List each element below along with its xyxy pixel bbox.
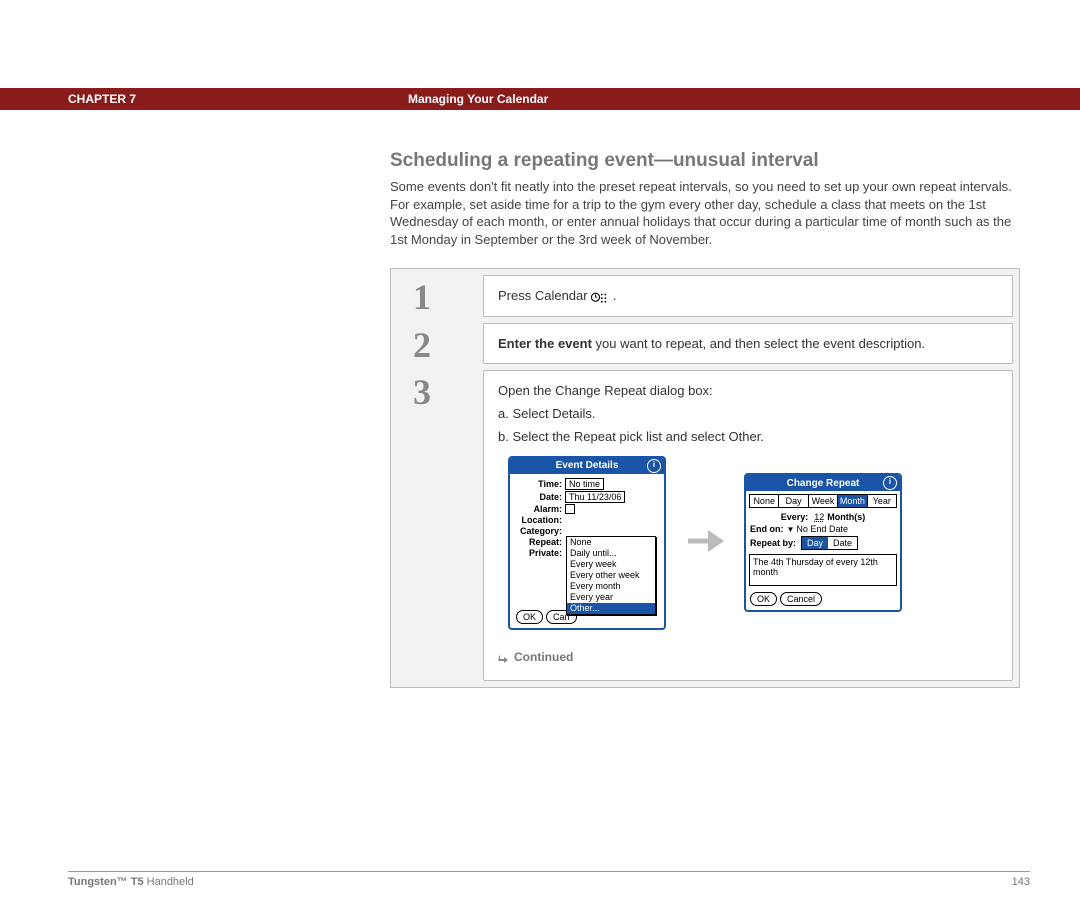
cr-repeatby-day[interactable]: Day (802, 537, 828, 549)
cr-cancel-button[interactable]: Cancel (780, 592, 822, 606)
cr-endon-value[interactable]: No End Date (796, 524, 848, 534)
repeat-opt-month[interactable]: Every month (567, 581, 655, 592)
cr-ok-button[interactable]: OK (750, 592, 777, 606)
ed-row-category: Category: (514, 526, 660, 536)
repeat-opt-year[interactable]: Every year (567, 592, 655, 603)
dropdown-icon[interactable]: ▼ (787, 525, 795, 534)
ed-ok-button[interactable]: OK (516, 610, 543, 624)
steps-container: 1 Press Calendar . (390, 268, 1020, 688)
repeat-popup: None Daily until... Every week Every oth… (566, 536, 656, 615)
section-intro: Some events don't fit neatly into the pr… (390, 178, 1020, 248)
cr-tabs: None Day Week Month Year (749, 494, 897, 508)
cr-endon-label: End on: (750, 524, 784, 534)
repeat-opt-otherweek[interactable]: Every other week (567, 570, 655, 581)
ed-private-label: Private: (514, 548, 565, 558)
footer-page: 143 (1012, 876, 1030, 888)
ed-time-label: Time: (514, 479, 565, 489)
info-icon[interactable]: i (883, 476, 897, 490)
step-3-number: 3 (397, 370, 483, 410)
cr-repeatby-row: Repeat by: Day Date (746, 535, 900, 551)
repeat-opt-week[interactable]: Every week (567, 559, 655, 570)
page-footer: Tungsten™ T5 Handheld 143 (68, 871, 1030, 888)
main-content: Scheduling a repeating event—unusual int… (390, 150, 1020, 688)
event-details-body: Time: No time Date: Thu 11/23/06 Alarm: (510, 474, 664, 563)
footer-product: Tungsten™ T5 Handheld (68, 876, 194, 888)
step-2-rest: you want to repeat, and then select the … (592, 336, 925, 351)
event-details-titlebar: Event Details i (510, 458, 664, 474)
info-icon[interactable]: i (647, 459, 661, 473)
repeat-opt-other[interactable]: Other... (567, 603, 655, 614)
cr-tab-day[interactable]: Day (779, 495, 808, 507)
cr-repeatby-label: Repeat by: (750, 538, 796, 548)
step-1: 1 Press Calendar . (397, 275, 1013, 317)
ed-repeat-label: Repeat: (514, 537, 565, 547)
ed-date-label: Date: (514, 492, 565, 502)
step-3: 3 Open the Change Repeat dialog box: a. … (397, 370, 1013, 681)
step-2-bold: Enter the event (498, 336, 592, 351)
chapter-header: CHAPTER 7 Managing Your Calendar (0, 88, 1080, 110)
ed-alarm-checkbox[interactable] (565, 504, 575, 514)
cr-button-row: OK Cancel (746, 592, 900, 610)
step-3-body: Open the Change Repeat dialog box: a. Se… (483, 370, 1013, 681)
ed-row-location: Location: (514, 515, 660, 525)
step-1-text-post: . (613, 288, 617, 303)
chapter-title: Managing Your Calendar (408, 92, 548, 106)
repeat-opt-daily[interactable]: Daily until... (567, 548, 655, 559)
step-1-number: 1 (397, 275, 483, 315)
step-2-body: Enter the event you want to repeat, and … (483, 323, 1013, 364)
step-3-a: a. Select Details. (498, 406, 998, 421)
continued-arrow-icon (498, 652, 508, 662)
cr-every-row: Every: 12 Month(s) (746, 511, 900, 523)
ed-alarm-label: Alarm: (514, 504, 565, 514)
continued-row: Continued (498, 650, 998, 664)
step-2-number: 2 (397, 323, 483, 363)
ed-row-alarm: Alarm: (514, 504, 660, 514)
repeat-opt-none[interactable]: None (567, 537, 655, 548)
cr-every-value[interactable]: 12 (814, 512, 824, 522)
ed-time-value[interactable]: No time (565, 478, 604, 490)
cr-tab-none[interactable]: None (750, 495, 779, 507)
cr-every-label: Every: (781, 512, 809, 522)
step-1-text-pre: Press Calendar (498, 288, 591, 303)
change-repeat-title: Change Repeat (787, 478, 860, 489)
section-heading: Scheduling a repeating event—unusual int… (390, 150, 1020, 172)
calendar-icon (591, 290, 609, 304)
cr-tab-month[interactable]: Month (838, 495, 867, 507)
chapter-label: CHAPTER 7 (0, 92, 408, 106)
cr-repeatby-toggle: Day Date (801, 536, 858, 550)
step-1-body: Press Calendar . (483, 275, 1013, 317)
ed-row-time: Time: No time (514, 478, 660, 490)
change-repeat-titlebar: Change Repeat i (746, 475, 900, 491)
arrow-right-icon (686, 526, 724, 559)
event-details-title: Event Details (556, 460, 619, 471)
cr-tab-week[interactable]: Week (809, 495, 838, 507)
step-2: 2 Enter the event you want to repeat, an… (397, 323, 1013, 364)
ed-location-label: Location: (514, 515, 565, 525)
cr-every-unit: Month(s) (827, 512, 865, 522)
step-3-line1: Open the Change Repeat dialog box: (498, 383, 998, 398)
screenshots-row: Event Details i Time: No time Date: Thu … (508, 456, 998, 630)
ed-date-value[interactable]: Thu 11/23/06 (565, 491, 625, 503)
cr-endon-row: End on: ▼ No End Date (746, 523, 900, 535)
cr-repeatby-date[interactable]: Date (828, 537, 857, 549)
ed-row-date: Date: Thu 11/23/06 (514, 491, 660, 503)
footer-product-bold: Tungsten™ T5 (68, 876, 144, 888)
step-3-b: b. Select the Repeat pick list and selec… (498, 429, 998, 444)
cr-summary: The 4th Thursday of every 12th month (749, 554, 897, 586)
footer-product-rest: Handheld (144, 876, 194, 888)
ed-category-label: Category: (514, 526, 565, 536)
continued-label: Continued (514, 650, 573, 664)
cr-tab-year[interactable]: Year (868, 495, 896, 507)
change-repeat-window: Change Repeat i None Day Week Month Year… (744, 473, 902, 612)
event-details-window: Event Details i Time: No time Date: Thu … (508, 456, 666, 630)
